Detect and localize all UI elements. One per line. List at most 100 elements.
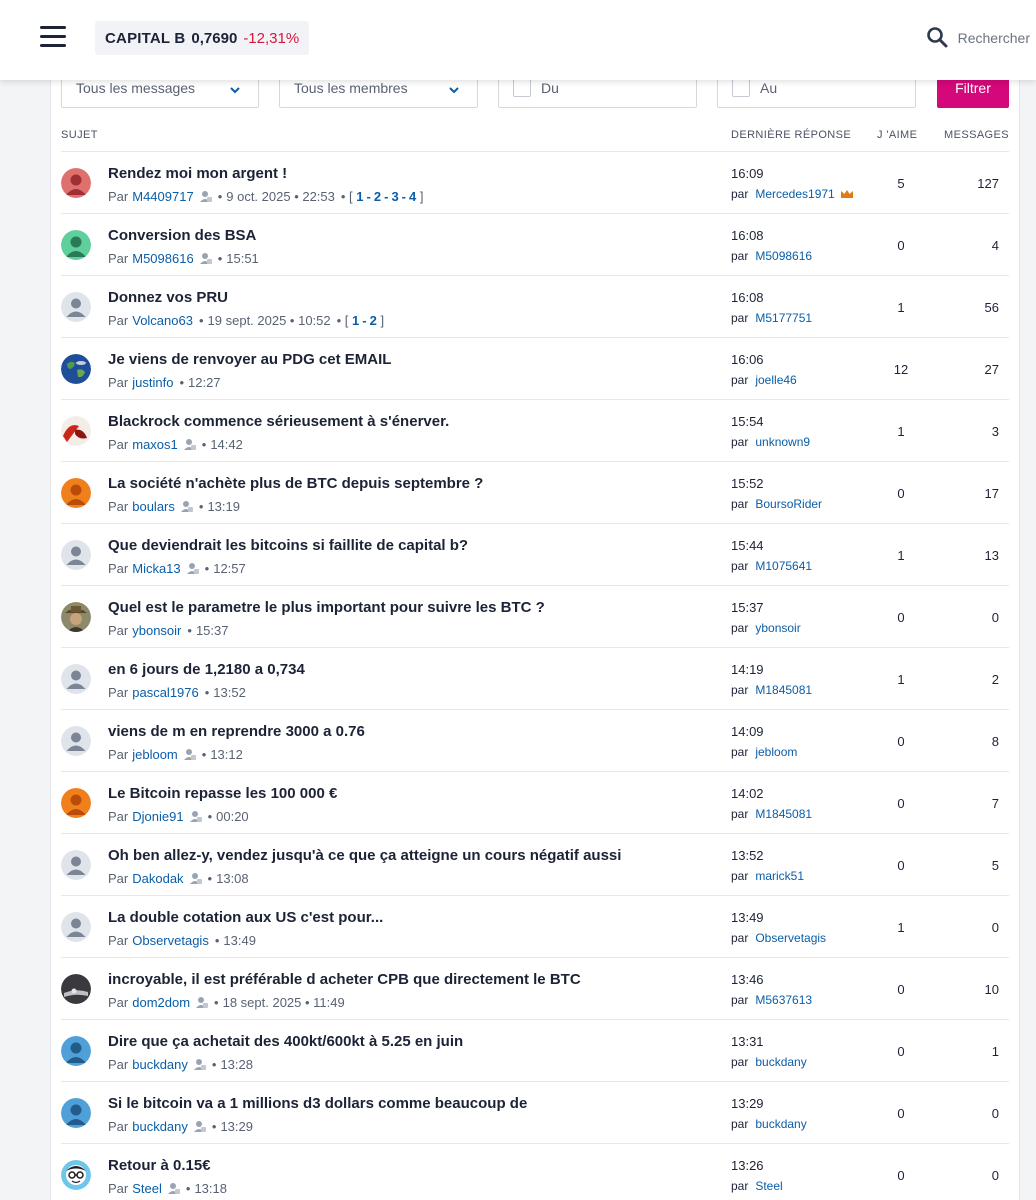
last-reply-author-link[interactable]: M1075641 [755, 559, 812, 573]
author-link[interactable]: Djonie91 [132, 809, 183, 824]
topic-title-link[interactable]: Oh ben allez-y, vendez jusqu'à ce que ça… [108, 847, 621, 864]
last-reply-author-link[interactable]: marick51 [755, 869, 804, 883]
avatar[interactable] [61, 540, 91, 570]
author-link[interactable]: justinfo [132, 375, 173, 390]
topic-date: 14:42 [210, 437, 243, 452]
topic-title-link[interactable]: en 6 jours de 1,2180 a 0,734 [108, 661, 305, 678]
topic-title-link[interactable]: Le Bitcoin repasse les 100 000 € [108, 785, 337, 802]
messages-count: 0 [991, 1168, 999, 1183]
author-link[interactable]: ybonsoir [132, 623, 181, 638]
topic-title-link[interactable]: Rendez moi mon argent ! [108, 165, 287, 182]
separator-dot: • [187, 623, 192, 638]
author-link[interactable]: pascal1976 [132, 685, 199, 700]
topic-title-link[interactable]: Donnez vos PRU [108, 289, 228, 306]
last-reply-time: 16:06 [731, 352, 764, 367]
avatar[interactable] [61, 354, 91, 384]
avatar[interactable] [61, 1036, 91, 1066]
author-link[interactable]: M5098616 [132, 251, 193, 266]
last-reply-author-link[interactable]: buckdany [755, 1055, 806, 1069]
page-link[interactable]: 2 [374, 189, 381, 204]
topic-title-link[interactable]: Blackrock commence sérieusement à s'éner… [108, 413, 449, 430]
avatar[interactable] [61, 230, 91, 260]
last-reply-author-link[interactable]: Mercedes1971 [755, 187, 834, 201]
column-likes[interactable]: J 'AIME [877, 129, 917, 141]
topic-meta: Par Djonie91 • 00:20 [108, 809, 249, 824]
top-header: CAPITAL B 0,7690 -12,31% Rechercher [0, 0, 1036, 80]
last-reply-author-link[interactable]: buckdany [755, 1117, 806, 1131]
last-reply-author-link[interactable]: M1845081 [755, 683, 812, 697]
topic-title-link[interactable]: Je viens de renvoyer au PDG cet EMAIL [108, 351, 391, 368]
last-reply-author-link[interactable]: BoursoRider [755, 497, 822, 511]
topic-title-link[interactable]: La société n'achète plus de BTC depuis s… [108, 475, 483, 492]
page-link[interactable]: 3 [391, 189, 398, 204]
stock-ticker[interactable]: CAPITAL B 0,7690 -12,31% [95, 21, 310, 55]
avatar[interactable] [61, 602, 91, 632]
avatar[interactable] [61, 478, 91, 508]
avatar[interactable] [61, 788, 91, 818]
author-link[interactable]: Steel [132, 1181, 162, 1196]
column-messages[interactable]: MESSAGES [944, 129, 1009, 141]
topic-title-link[interactable]: Retour à 0.15€ [108, 1157, 211, 1174]
author-link[interactable]: jebloom [132, 747, 178, 762]
topic-title-link[interactable]: La double cotation aux US c'est pour... [108, 909, 383, 926]
last-reply-author-link[interactable]: Steel [755, 1179, 782, 1193]
page-link[interactable]: 1 [356, 189, 363, 204]
author-link[interactable]: Micka13 [132, 561, 180, 576]
column-subject[interactable]: SUJET [61, 129, 98, 141]
avatar[interactable] [61, 912, 91, 942]
avatar[interactable] [61, 664, 91, 694]
topic-meta: Par dom2dom • 18 sept. 2025 • 11:49 [108, 995, 345, 1010]
last-reply-author-link[interactable]: ybonsoir [755, 621, 800, 635]
last-reply-time: 14:09 [731, 724, 764, 739]
last-reply-time: 13:49 [731, 910, 764, 925]
topic-title-link[interactable]: Quel est le parametre le plus important … [108, 599, 545, 616]
topic-title-link[interactable]: viens de m en reprendre 3000 a 0.76 [108, 723, 365, 740]
author-link[interactable]: boulars [132, 499, 175, 514]
author-link[interactable]: buckdany [132, 1057, 188, 1072]
member-badge-icon [189, 872, 202, 885]
topic-title-link[interactable]: incroyable, il est préférable d acheter … [108, 971, 581, 988]
page-link[interactable]: 1 [352, 313, 359, 328]
topic-title-link[interactable]: Dire que ça achetait des 400kt/600kt à 5… [108, 1033, 463, 1050]
author-link[interactable]: Observetagis [132, 933, 209, 948]
topic-title-link[interactable]: Que deviendrait les bitcoins si faillite… [108, 537, 468, 554]
last-by-label: par [731, 559, 749, 573]
member-badge-icon [186, 562, 199, 575]
page-separator: - [366, 189, 371, 204]
author-link[interactable]: Dakodak [132, 871, 183, 886]
avatar[interactable] [61, 416, 91, 446]
last-reply-by: par Observetagis [731, 931, 826, 945]
menu-icon[interactable] [40, 26, 66, 48]
avatar[interactable] [61, 292, 91, 322]
search-button[interactable]: Rechercher [926, 26, 1030, 50]
last-reply-author-link[interactable]: M5177751 [755, 311, 812, 325]
avatar[interactable] [61, 850, 91, 880]
author-link[interactable]: Volcano63 [132, 313, 193, 328]
last-reply-by: par M5177751 [731, 311, 812, 325]
topic-title-link[interactable]: Conversion des BSA [108, 227, 256, 244]
last-reply-author-link[interactable]: M5637613 [755, 993, 812, 1007]
author-link[interactable]: dom2dom [132, 995, 190, 1010]
last-reply-author-link[interactable]: jebloom [755, 745, 797, 759]
avatar[interactable] [61, 974, 91, 1004]
topic-title-link[interactable]: Si le bitcoin va a 1 millions d3 dollars… [108, 1095, 527, 1112]
page-separator: - [362, 313, 367, 328]
last-reply-author-link[interactable]: Observetagis [755, 931, 826, 945]
last-reply-author-link[interactable]: M5098616 [755, 249, 812, 263]
topic-meta: Par M5098616 • 15:51 [108, 251, 259, 266]
last-reply-author-link[interactable]: M1845081 [755, 807, 812, 821]
last-reply-time: 14:02 [731, 786, 764, 801]
author-link[interactable]: M4409717 [132, 189, 193, 204]
author-link[interactable]: buckdany [132, 1119, 188, 1134]
avatar[interactable] [61, 1098, 91, 1128]
last-reply-author-link[interactable]: unknown9 [755, 435, 810, 449]
avatar[interactable] [61, 726, 91, 756]
avatar[interactable] [61, 168, 91, 198]
page-separator: - [401, 189, 407, 204]
last-reply-author-link[interactable]: joelle46 [755, 373, 796, 387]
avatar[interactable] [61, 1160, 91, 1190]
likes-count: 0 [897, 734, 905, 749]
page-link[interactable]: 2 [370, 313, 377, 328]
column-last-reply[interactable]: DERNIÈRE RÉPONSE [731, 129, 851, 141]
author-link[interactable]: maxos1 [132, 437, 178, 452]
